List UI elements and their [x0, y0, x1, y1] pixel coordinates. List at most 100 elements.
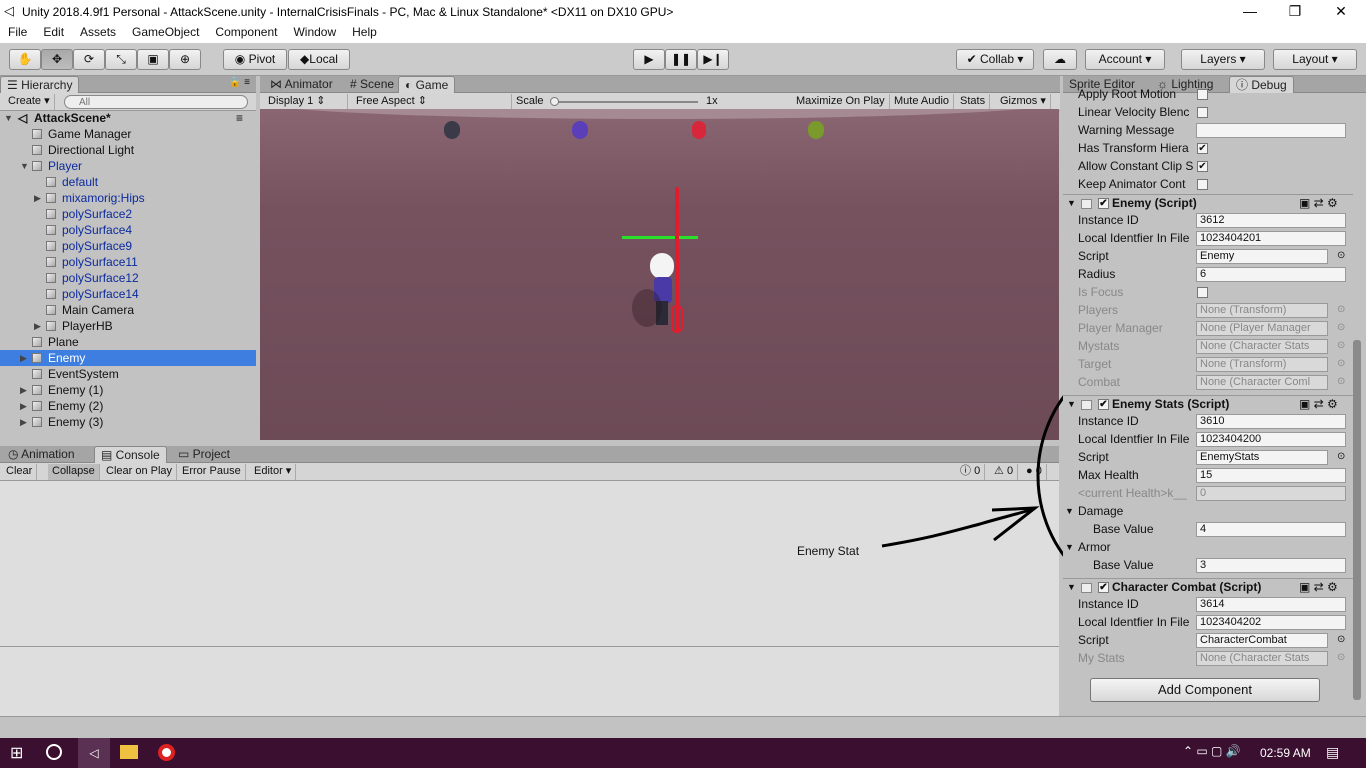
stats-script-field[interactable]: EnemyStats	[1196, 450, 1328, 465]
hierarchy-item[interactable]: ▶ Enemy (2)	[0, 398, 256, 414]
notifications-icon[interactable]: ▤	[1326, 744, 1339, 761]
stats-instance-id-field[interactable]: 3610	[1196, 414, 1346, 429]
armor-base-value-field[interactable]: 3	[1196, 558, 1346, 573]
maximize-on-play-toggle[interactable]: Maximize On Play	[792, 94, 890, 110]
tab-project[interactable]: ▭ Project	[172, 446, 236, 463]
combat-my-stats-field[interactable]: None (Character Stats	[1196, 651, 1328, 666]
component-enabled-checkbox[interactable]: ✔	[1098, 198, 1109, 209]
hierarchy-search-input[interactable]	[64, 95, 248, 109]
enemy-target-field[interactable]: None (Transform)	[1196, 357, 1328, 372]
combat-instance-id-field[interactable]: 3614	[1196, 597, 1346, 612]
foldout-arrow-icon[interactable]: ▼	[1067, 396, 1076, 413]
foldout-arrow-icon[interactable]: ▼	[1065, 502, 1074, 520]
tab-scene[interactable]: # Scene	[344, 76, 400, 93]
search-icon[interactable]	[46, 744, 62, 760]
gizmos-dropdown[interactable]: Gizmos ▾	[996, 94, 1051, 110]
rotate-tool-icon[interactable]: ⟳	[73, 49, 105, 70]
scale-tool-icon[interactable]: ⤡	[105, 49, 137, 70]
scale-thumb[interactable]	[550, 97, 559, 106]
animator-row-checkbox[interactable]: ✔	[1197, 161, 1208, 172]
animator-row-checkbox[interactable]	[1197, 107, 1208, 118]
object-picker-icon[interactable]: ⊙	[1337, 301, 1345, 319]
lock-icon[interactable]: 🔒 ≡	[229, 77, 250, 88]
hierarchy-item[interactable]: Game Manager	[0, 126, 256, 142]
component-settings-icon[interactable]: ▣ ⇄ ⚙	[1299, 579, 1338, 596]
hierarchy-item[interactable]: ▶ Enemy (3)	[0, 414, 256, 430]
recorder-icon[interactable]	[158, 744, 175, 761]
expand-arrow-icon[interactable]: ▶	[20, 414, 27, 430]
damage-base-value-field[interactable]: 4	[1196, 522, 1346, 537]
transform-tool-icon[interactable]: ⊕	[169, 49, 201, 70]
object-picker-icon[interactable]: ⊙	[1337, 247, 1345, 265]
hand-tool-icon[interactable]: ✋	[9, 49, 41, 70]
tab-hierarchy[interactable]: ☰ Hierarchy	[0, 76, 80, 93]
scene-menu-icon[interactable]: ≡	[236, 110, 243, 126]
enemy-mystats-field[interactable]: None (Character Stats	[1196, 339, 1328, 354]
enemy-local-id-field[interactable]: 1023404201	[1196, 231, 1346, 246]
stats-local-id-field[interactable]: 1023404200	[1196, 432, 1346, 447]
combat-script-field[interactable]: CharacterCombat	[1196, 633, 1328, 648]
object-picker-icon[interactable]: ⊙	[1337, 355, 1345, 373]
hierarchy-item[interactable]: EventSystem	[0, 366, 256, 382]
tray-icons[interactable]: ⌃ ▭ ▢ 🔊	[1183, 744, 1241, 758]
object-picker-icon[interactable]: ⊙	[1337, 649, 1345, 667]
inspector-scrollbar[interactable]	[1353, 340, 1361, 700]
enemy-script-field[interactable]: Enemy	[1196, 249, 1328, 264]
character-combat-header[interactable]: ▼ ✔ Character Combat (Script) ▣ ⇄ ⚙	[1063, 578, 1353, 596]
menu-edit[interactable]: Edit	[35, 23, 72, 43]
menu-component[interactable]: Component	[207, 23, 285, 43]
tab-console[interactable]: ▤ Console	[94, 446, 167, 463]
object-picker-icon[interactable]: ⊙	[1337, 448, 1345, 466]
move-tool-icon[interactable]: ✥	[41, 49, 73, 70]
collab-button[interactable]: ✔ Collab ▾	[956, 49, 1034, 70]
expand-arrow-icon[interactable]: ▶	[20, 382, 27, 398]
console-clear-button[interactable]: Clear	[2, 464, 38, 480]
object-picker-icon[interactable]: ⊙	[1337, 631, 1345, 649]
foldout-arrow-icon[interactable]: ▼	[1065, 538, 1074, 556]
hierarchy-item[interactable]: polySurface14	[0, 286, 256, 302]
expand-arrow-icon[interactable]: ▼	[4, 110, 13, 126]
mute-audio-toggle[interactable]: Mute Audio	[890, 94, 955, 110]
layout-dropdown[interactable]: Layout ▾	[1273, 49, 1357, 70]
expand-arrow-icon[interactable]: ▶	[34, 190, 41, 206]
collapse-arrow-icon[interactable]: ▼	[20, 158, 29, 174]
enemy-script-header[interactable]: ▼ ✔ Enemy (Script) ▣ ⇄ ⚙	[1063, 194, 1353, 212]
console-collapse-toggle[interactable]: Collapse	[48, 464, 100, 480]
aspect-dropdown[interactable]: Free Aspect ⇕	[352, 94, 512, 110]
enemy-radius-field[interactable]: 6	[1196, 267, 1346, 282]
windows-start-icon[interactable]: ⊞	[10, 743, 23, 763]
hierarchy-item[interactable]: polySurface11	[0, 254, 256, 270]
tab-game[interactable]: ◐ Game	[398, 76, 456, 93]
play-icon[interactable]: ▶	[633, 49, 665, 70]
tab-animation[interactable]: ◷ Animation	[2, 446, 81, 463]
minimize-icon[interactable]: —	[1227, 0, 1273, 23]
clock[interactable]: 02:59 AM	[1260, 746, 1311, 760]
hierarchy-item[interactable]: polySurface9	[0, 238, 256, 254]
display-dropdown[interactable]: Display 1 ⇕	[264, 94, 348, 110]
menu-assets[interactable]: Assets	[72, 23, 124, 43]
enemy-instance-id-field[interactable]: 3612	[1196, 213, 1346, 228]
account-dropdown[interactable]: Account ▾	[1085, 49, 1165, 70]
restore-icon[interactable]: ❐	[1272, 0, 1318, 23]
local-toggle[interactable]: ◆Local	[288, 49, 350, 70]
scene-root-row[interactable]: ▼ ◁ AttackScene* ≡	[0, 110, 256, 126]
unity-taskbar-icon[interactable]: ◁	[78, 738, 110, 768]
foldout-arrow-icon[interactable]: ▼	[1067, 579, 1076, 596]
menu-gameobject[interactable]: GameObject	[124, 23, 207, 43]
editor-dropdown[interactable]: Editor ▾	[250, 464, 297, 480]
layers-dropdown[interactable]: Layers ▾	[1181, 49, 1265, 70]
hierarchy-item[interactable]: ▼ Player	[0, 158, 256, 174]
add-component-button[interactable]: Add Component	[1090, 678, 1320, 702]
pivot-toggle[interactable]: ◉ Pivot	[223, 49, 287, 70]
hierarchy-item[interactable]: ▶ mixamorig:Hips	[0, 190, 256, 206]
enemy-combat-field[interactable]: None (Character Coml	[1196, 375, 1328, 390]
expand-arrow-icon[interactable]: ▶	[20, 350, 27, 366]
enemy-players-field[interactable]: None (Transform)	[1196, 303, 1328, 318]
close-icon[interactable]: ✕	[1318, 0, 1364, 23]
menu-help[interactable]: Help	[344, 23, 385, 43]
expand-arrow-icon[interactable]: ▶	[34, 318, 41, 334]
component-enabled-checkbox[interactable]: ✔	[1098, 582, 1109, 593]
foldout-arrow-icon[interactable]: ▼	[1067, 195, 1076, 212]
animator-row-field[interactable]	[1196, 123, 1346, 138]
create-dropdown[interactable]: Create ▾	[4, 94, 55, 110]
